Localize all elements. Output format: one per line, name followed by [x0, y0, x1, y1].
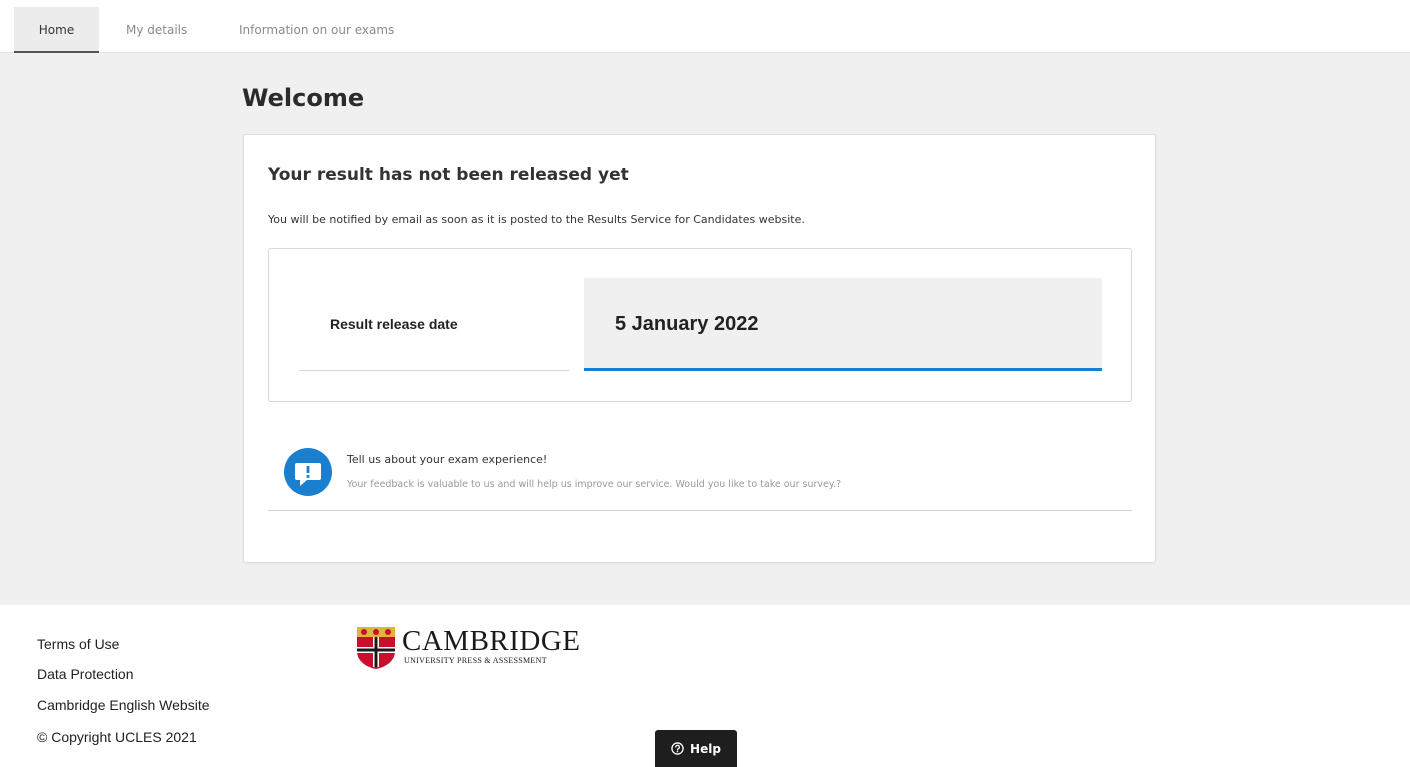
survey-banner[interactable]: Tell us about your exam experience! Your… — [268, 431, 1132, 511]
copyright-text: © Copyright UCLES 2021 — [37, 729, 197, 745]
cambridge-shield-icon — [357, 627, 395, 669]
tab-information-on-exams[interactable]: Information on our exams — [239, 7, 394, 53]
tab-my-details-label: My details — [126, 23, 188, 37]
logo-tagline: UNIVERSITY PRESS & ASSESSMENT — [404, 656, 547, 665]
result-card: Your result has not been released yet Yo… — [243, 134, 1156, 563]
top-nav: Home My details Information on our exams — [0, 0, 1410, 53]
terms-of-use-link[interactable]: Terms of Use — [37, 636, 119, 652]
release-date-label: Result release date — [330, 316, 458, 332]
release-date-label-cell: Result release date — [299, 278, 569, 371]
page-title: Welcome — [242, 84, 365, 112]
survey-title: Tell us about your exam experience! — [347, 453, 548, 466]
logo-name: CAMBRIDGE — [402, 625, 581, 657]
cambridge-english-website-link[interactable]: Cambridge English Website — [37, 697, 210, 713]
data-protection-link[interactable]: Data Protection — [37, 666, 134, 682]
release-date-panel: Result release date 5 January 2022 — [268, 248, 1132, 402]
help-label: Help — [690, 741, 721, 756]
cambridge-logo: CAMBRIDGE UNIVERSITY PRESS & ASSESSMENT — [356, 625, 606, 671]
help-question-icon — [671, 742, 684, 755]
tab-home-label: Home — [38, 23, 75, 37]
tab-information-label: Information on our exams — [239, 23, 395, 37]
result-status-title: Your result has not been released yet — [268, 165, 629, 185]
help-button[interactable]: Help — [655, 730, 737, 767]
result-status-subtitle: You will be notified by email as soon as… — [268, 213, 805, 226]
release-date-value: 5 January 2022 — [615, 313, 759, 335]
release-date-value-cell: 5 January 2022 — [584, 278, 1102, 371]
main-content: Welcome Your result has not been release… — [0, 54, 1410, 605]
tab-my-details[interactable]: My details — [126, 7, 187, 53]
survey-description: Your feedback is valuable to us and will… — [347, 479, 842, 490]
feedback-chat-icon — [284, 448, 332, 496]
tab-home[interactable]: Home — [14, 7, 99, 53]
